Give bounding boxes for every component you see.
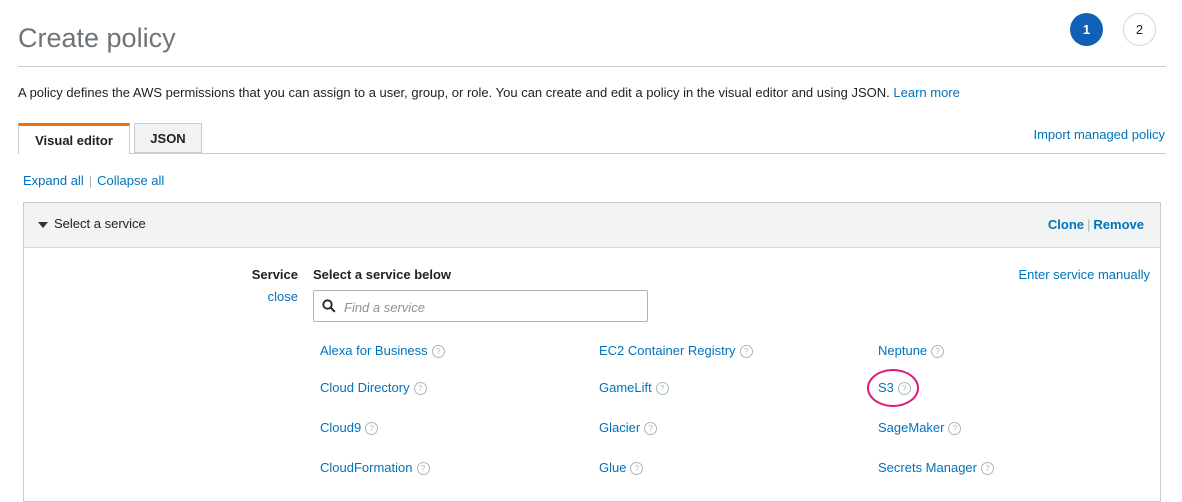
- service-link[interactable]: Neptune: [878, 343, 927, 358]
- learn-more-link[interactable]: Learn more: [893, 85, 959, 100]
- header-divider: [18, 66, 1166, 67]
- help-icon[interactable]: ?: [630, 462, 644, 475]
- service-item-neptune[interactable]: Neptune?: [878, 343, 945, 358]
- enter-service-manually-link[interactable]: Enter service manually: [1019, 267, 1151, 282]
- help-icon[interactable]: ?: [897, 382, 911, 395]
- service-item-cloud-directory[interactable]: Cloud Directory?: [320, 380, 427, 395]
- search-icon: [322, 299, 336, 313]
- help-icon[interactable]: ?: [948, 422, 962, 435]
- help-icon[interactable]: ?: [739, 345, 753, 358]
- service-link[interactable]: GameLift: [599, 380, 652, 395]
- service-item-cloudformation[interactable]: CloudFormation?: [320, 460, 430, 475]
- service-link[interactable]: SageMaker: [878, 420, 944, 435]
- separator: |: [1087, 217, 1091, 232]
- tabs-divider: [18, 153, 1166, 154]
- service-link[interactable]: Cloud Directory: [320, 380, 410, 395]
- expand-collapse-controls: Expand all | Collapse all: [23, 173, 164, 188]
- help-icon[interactable]: ?: [931, 345, 945, 358]
- clone-button[interactable]: Clone: [1048, 217, 1084, 232]
- service-item-cloud9[interactable]: Cloud9?: [320, 420, 379, 435]
- help-icon[interactable]: ?: [413, 382, 427, 395]
- service-search-box[interactable]: [313, 290, 648, 322]
- panel-actions: Clone | Remove: [1048, 217, 1144, 232]
- step-2-indicator[interactable]: 2: [1123, 13, 1156, 46]
- help-icon[interactable]: ?: [981, 462, 994, 475]
- separator: |: [88, 173, 93, 188]
- service-link[interactable]: EC2 Container Registry: [599, 343, 736, 358]
- step-1-indicator: 1: [1070, 13, 1103, 46]
- remove-button[interactable]: Remove: [1093, 217, 1144, 232]
- tab-visual-editor[interactable]: Visual editor: [18, 123, 130, 154]
- help-icon[interactable]: ?: [416, 462, 430, 475]
- help-icon[interactable]: ?: [431, 345, 445, 358]
- help-icon[interactable]: ?: [644, 422, 658, 435]
- service-item-s3[interactable]: S3?: [878, 380, 911, 395]
- import-managed-policy-link[interactable]: Import managed policy: [1033, 127, 1165, 142]
- policy-description: A policy defines the AWS permissions tha…: [18, 85, 960, 100]
- service-item-ec2-container-registry[interactable]: EC2 Container Registry?: [599, 343, 753, 358]
- description-text: A policy defines the AWS permissions tha…: [18, 85, 890, 100]
- service-item-gamelift[interactable]: GameLift?: [599, 380, 669, 395]
- service-label: Service: [251, 267, 298, 282]
- service-link[interactable]: Glacier: [599, 420, 640, 435]
- service-item-glue[interactable]: Glue?: [599, 460, 644, 475]
- page-title: Create policy: [18, 23, 176, 54]
- help-icon[interactable]: ?: [365, 422, 379, 435]
- select-service-heading: Select a service below: [313, 267, 452, 282]
- service-link[interactable]: CloudFormation: [320, 460, 413, 475]
- expand-all-link[interactable]: Expand all: [23, 173, 84, 188]
- service-link[interactable]: Glue: [599, 460, 626, 475]
- service-link[interactable]: S3: [878, 380, 894, 395]
- caret-down-icon[interactable]: [38, 222, 48, 228]
- panel-header[interactable]: Select a service Clone | Remove: [24, 203, 1160, 248]
- service-item-alexa-for-business[interactable]: Alexa for Business?: [320, 343, 445, 358]
- service-link[interactable]: Cloud9: [320, 420, 361, 435]
- service-item-secrets-manager[interactable]: Secrets Manager?: [878, 460, 994, 475]
- find-service-input[interactable]: [342, 295, 636, 319]
- close-link[interactable]: close: [250, 289, 298, 304]
- service-link[interactable]: Secrets Manager: [878, 460, 977, 475]
- tab-json[interactable]: JSON: [134, 123, 202, 153]
- service-link[interactable]: Alexa for Business: [320, 343, 428, 358]
- help-icon[interactable]: ?: [655, 382, 669, 395]
- collapse-all-link[interactable]: Collapse all: [97, 173, 164, 188]
- panel-title: Select a service: [54, 216, 146, 231]
- service-item-sagemaker[interactable]: SageMaker?: [878, 420, 962, 435]
- service-item-glacier[interactable]: Glacier?: [599, 420, 658, 435]
- service-permission-panel: Select a service Clone | Remove Service cl…: [23, 202, 1161, 502]
